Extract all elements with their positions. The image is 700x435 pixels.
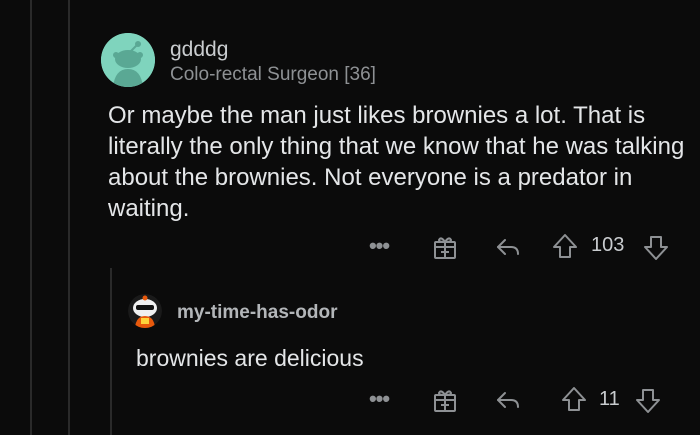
comment-username[interactable]: gdddg xyxy=(170,38,228,62)
downvote-icon[interactable] xyxy=(634,387,662,415)
reply-body: brownies are delicious xyxy=(136,345,364,371)
award-gift-icon[interactable] xyxy=(431,233,459,261)
reply-avatar-icon xyxy=(128,294,162,328)
award-gift-icon[interactable] xyxy=(431,386,459,414)
vote-count: 11 xyxy=(599,388,620,410)
user-flair: Colo-rectal Surgeon [36] xyxy=(170,64,376,85)
avatar[interactable] xyxy=(128,294,162,328)
comment-actions: ••• 103 xyxy=(0,231,700,261)
avatar[interactable] xyxy=(101,33,155,87)
reply-arrow-icon[interactable] xyxy=(494,233,522,261)
upvote-icon[interactable] xyxy=(551,232,579,260)
thread-line-parent[interactable] xyxy=(68,0,70,435)
reply-username[interactable]: my-time-has-odor xyxy=(177,302,337,324)
comment-body: Or maybe the man just likes brownies a l… xyxy=(108,102,685,222)
more-options-icon[interactable]: ••• xyxy=(364,384,394,414)
upvote-icon[interactable] xyxy=(560,385,588,413)
more-options-icon[interactable]: ••• xyxy=(364,231,394,261)
downvote-icon[interactable] xyxy=(642,234,670,262)
snoo-avatar-icon xyxy=(101,33,155,87)
reply-actions: ••• 11 xyxy=(0,384,700,414)
thread-line-outer[interactable] xyxy=(30,0,32,435)
reply-arrow-icon[interactable] xyxy=(494,386,522,414)
vote-count: 103 xyxy=(591,234,625,256)
